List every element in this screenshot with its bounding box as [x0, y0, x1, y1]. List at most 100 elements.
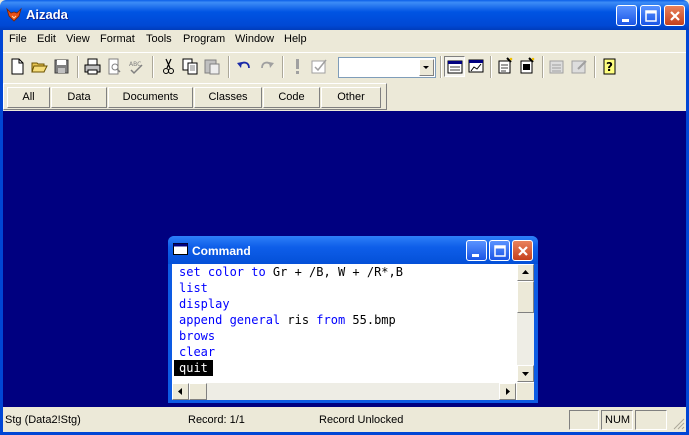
maximize-icon: [645, 10, 657, 22]
close-icon: [670, 11, 680, 21]
menu-help[interactable]: Help: [284, 33, 307, 45]
menu-format[interactable]: Format: [100, 33, 135, 45]
command-close-button[interactable]: [512, 240, 533, 261]
menu-program[interactable]: Program: [183, 33, 225, 45]
maximize-icon: [494, 245, 506, 257]
toolbar-separator: [228, 56, 230, 78]
label-wizard-icon: [520, 57, 535, 74]
status-record: Record: 1/1: [188, 414, 245, 426]
open-button[interactable]: [29, 56, 50, 77]
cut-icon: [163, 58, 174, 74]
cut-button[interactable]: [158, 56, 179, 77]
menu-file[interactable]: File: [9, 33, 27, 45]
form-builder-button[interactable]: [547, 56, 568, 77]
undo-button[interactable]: [234, 56, 255, 77]
status-bar: Stg (Data2!Stg) Record: 1/1 Record Unloc…: [3, 408, 686, 432]
scroll-down-button[interactable]: [517, 365, 534, 382]
toolbar-separator: [594, 56, 596, 78]
maximize-button[interactable]: [640, 5, 661, 26]
tab-documents[interactable]: Documents: [108, 87, 193, 108]
command-keyword: display: [179, 297, 230, 311]
command-window-title-bar[interactable]: Command: [168, 236, 538, 264]
resize-grip-icon[interactable]: [671, 416, 685, 430]
save-icon: [54, 59, 69, 74]
toolbar-separator: [282, 56, 284, 78]
command-minimize-button[interactable]: [466, 240, 487, 261]
print-preview-button[interactable]: [104, 56, 125, 77]
toolbar-separator: [490, 56, 492, 78]
command-keyword: list: [179, 281, 208, 295]
combo-dropdown-button[interactable]: [419, 59, 434, 76]
command-window: Command set color to Gr + /B, W + /R*,B l…: [168, 236, 538, 403]
form-view-icon: [447, 60, 463, 74]
copy-icon: [182, 58, 198, 75]
redo-button[interactable]: [256, 56, 277, 77]
menu-tools[interactable]: Tools: [146, 33, 172, 45]
menu-view[interactable]: View: [66, 33, 90, 45]
window-title: Aizada: [26, 7, 68, 22]
toolbar-separator: [542, 56, 544, 78]
scroll-thumb[interactable]: [517, 281, 534, 313]
report-wizard-button[interactable]: [495, 56, 516, 77]
paste-button[interactable]: [202, 56, 223, 77]
command-argument: ris: [280, 313, 317, 327]
command-argument: Gr + /B, W + /R*,B: [265, 265, 403, 279]
help-button[interactable]: ?: [599, 56, 620, 77]
menu-window[interactable]: Window: [235, 33, 274, 45]
tab-other[interactable]: Other: [321, 87, 381, 108]
status-panel-ins: [635, 410, 667, 430]
open-icon: [31, 62, 48, 73]
scroll-up-button[interactable]: [517, 264, 534, 281]
command-maximize-button[interactable]: [489, 240, 510, 261]
status-panel-caps: [569, 410, 599, 430]
spelling-button[interactable]: ABC: [126, 56, 147, 77]
run-button[interactable]: [287, 56, 308, 77]
command-line-selected[interactable]: quit: [174, 360, 213, 376]
form-builder-icon: [549, 60, 564, 74]
command-editor[interactable]: set color to Gr + /B, W + /R*,B list displ…: [172, 264, 516, 382]
status-table: Stg (Data2!Stg): [5, 414, 81, 426]
command-line[interactable]: brows: [179, 328, 215, 344]
main-title-bar[interactable]: Aizada: [0, 0, 689, 30]
save-button[interactable]: [51, 56, 72, 77]
close-button[interactable]: [664, 5, 685, 26]
toolbar-combo-box[interactable]: [338, 57, 436, 78]
status-panel-num: NUM: [601, 410, 633, 430]
tab-all[interactable]: All: [7, 87, 50, 108]
command-keyword: brows: [179, 329, 216, 343]
minimize-icon: [622, 19, 629, 22]
command-line[interactable]: append general ris from 55.bmp: [179, 312, 396, 328]
tab-code[interactable]: Code: [263, 87, 320, 108]
menu-bar: File Edit View Format Tools Program Wind…: [3, 30, 686, 49]
chevron-down-icon: [423, 66, 429, 69]
chart-icon: [468, 59, 484, 73]
tab-data[interactable]: Data: [51, 87, 107, 108]
horizontal-scrollbar[interactable]: [172, 383, 516, 400]
new-button[interactable]: [7, 56, 28, 77]
command-line[interactable]: clear: [179, 344, 215, 360]
command-line[interactable]: list: [179, 280, 208, 296]
hscroll-thumb[interactable]: [189, 383, 207, 400]
scroll-left-button[interactable]: [172, 383, 189, 400]
command-line[interactable]: set color to Gr + /B, W + /R*,B: [179, 264, 403, 280]
query-button[interactable]: [569, 56, 590, 77]
menu-edit[interactable]: Edit: [37, 33, 56, 45]
chevron-down-icon: [522, 372, 529, 376]
vertical-scrollbar[interactable]: [517, 264, 534, 382]
query-icon: [571, 60, 587, 74]
chart-button[interactable]: [466, 56, 487, 77]
tab-classes[interactable]: Classes: [194, 87, 262, 108]
command-keyword: append general: [179, 313, 281, 327]
toolbar-separator: [77, 56, 79, 78]
command-keyword: clear: [179, 345, 216, 359]
fox-app-icon: [6, 7, 22, 22]
command-line[interactable]: display: [179, 296, 230, 312]
minimize-button[interactable]: [616, 5, 637, 26]
scroll-right-button[interactable]: [499, 383, 516, 400]
modify-button[interactable]: [309, 56, 330, 77]
form-view-button[interactable]: [444, 56, 465, 77]
report-wizard-icon: [498, 57, 513, 74]
print-button[interactable]: [82, 56, 103, 77]
copy-button[interactable]: [180, 56, 201, 77]
label-wizard-button[interactable]: [517, 56, 538, 77]
